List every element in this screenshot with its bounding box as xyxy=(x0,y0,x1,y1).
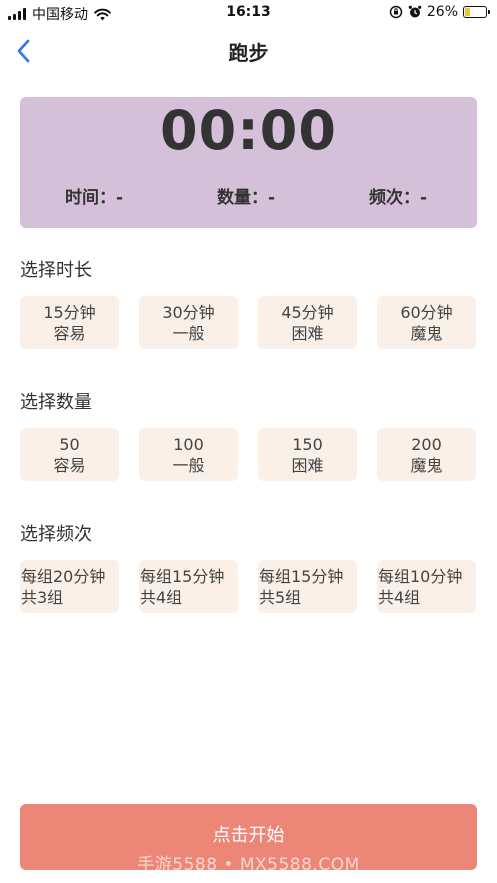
duration-option-60[interactable]: 60分钟 魔鬼 xyxy=(377,296,476,349)
option-value: 200 xyxy=(411,434,442,454)
timer-card: 00:00 时间：- 数量：- 频次：- xyxy=(20,97,477,228)
frequency-option-3[interactable]: 每组15分钟 共5组 xyxy=(258,560,357,613)
watermark-text: 手游5588 • MX5588.COM xyxy=(137,855,360,875)
option-level: 困难 xyxy=(291,455,324,475)
option-value: 60分钟 xyxy=(400,302,453,322)
battery-level xyxy=(465,8,471,16)
option-value: 15分钟 xyxy=(43,302,96,322)
frequency-stat: 频次：- xyxy=(369,188,428,208)
lock-rotation-icon xyxy=(389,5,403,19)
option-level: 共3组 xyxy=(21,587,64,607)
timer-display: 00:00 xyxy=(160,99,337,162)
option-level: 容易 xyxy=(53,455,86,475)
option-level: 一般 xyxy=(172,455,205,475)
option-value: 每组10分钟 xyxy=(378,566,463,586)
option-level: 困难 xyxy=(291,323,324,343)
status-bar-right: 26% xyxy=(389,4,490,20)
nav-bar: 跑步 xyxy=(0,26,497,76)
quantity-option-200[interactable]: 200 魔鬼 xyxy=(377,428,476,481)
page-title: 跑步 xyxy=(228,41,269,65)
quantity-option-150[interactable]: 150 困难 xyxy=(258,428,357,481)
alarm-icon xyxy=(408,5,422,18)
option-value: 每组15分钟 xyxy=(259,566,344,586)
option-value: 每组20分钟 xyxy=(21,566,106,586)
quantity-option-50[interactable]: 50 容易 xyxy=(20,428,119,481)
option-value: 30分钟 xyxy=(162,302,215,322)
battery-icon xyxy=(463,6,490,18)
option-level: 共5组 xyxy=(259,587,302,607)
option-level: 一般 xyxy=(172,323,205,343)
option-value: 每组15分钟 xyxy=(140,566,225,586)
option-level: 魔鬼 xyxy=(410,323,443,343)
option-value: 50 xyxy=(59,434,80,454)
duration-option-15[interactable]: 15分钟 容易 xyxy=(20,296,119,349)
frequency-section-title: 选择频次 xyxy=(20,524,92,545)
battery-percent: 26% xyxy=(426,4,458,20)
time-stat: 时间：- xyxy=(65,188,124,208)
count-stat: 数量：- xyxy=(217,188,276,208)
option-value: 45分钟 xyxy=(281,302,334,322)
frequency-option-1[interactable]: 每组20分钟 共3组 xyxy=(20,560,119,613)
option-value: 150 xyxy=(292,434,323,454)
duration-section-title: 选择时长 xyxy=(20,260,92,281)
status-bar: 中国移动 16:13 26% xyxy=(0,0,497,26)
frequency-option-2[interactable]: 每组15分钟 共4组 xyxy=(139,560,238,613)
option-level: 容易 xyxy=(53,323,86,343)
quantity-section-title: 选择数量 xyxy=(20,392,92,413)
option-value: 100 xyxy=(173,434,204,454)
option-level: 共4组 xyxy=(140,587,183,607)
frequency-option-4[interactable]: 每组10分钟 共4组 xyxy=(377,560,476,613)
quantity-option-100[interactable]: 100 一般 xyxy=(139,428,238,481)
duration-option-45[interactable]: 45分钟 困难 xyxy=(258,296,357,349)
option-level: 魔鬼 xyxy=(410,455,443,475)
option-level: 共4组 xyxy=(378,587,421,607)
duration-option-30[interactable]: 30分钟 一般 xyxy=(139,296,238,349)
